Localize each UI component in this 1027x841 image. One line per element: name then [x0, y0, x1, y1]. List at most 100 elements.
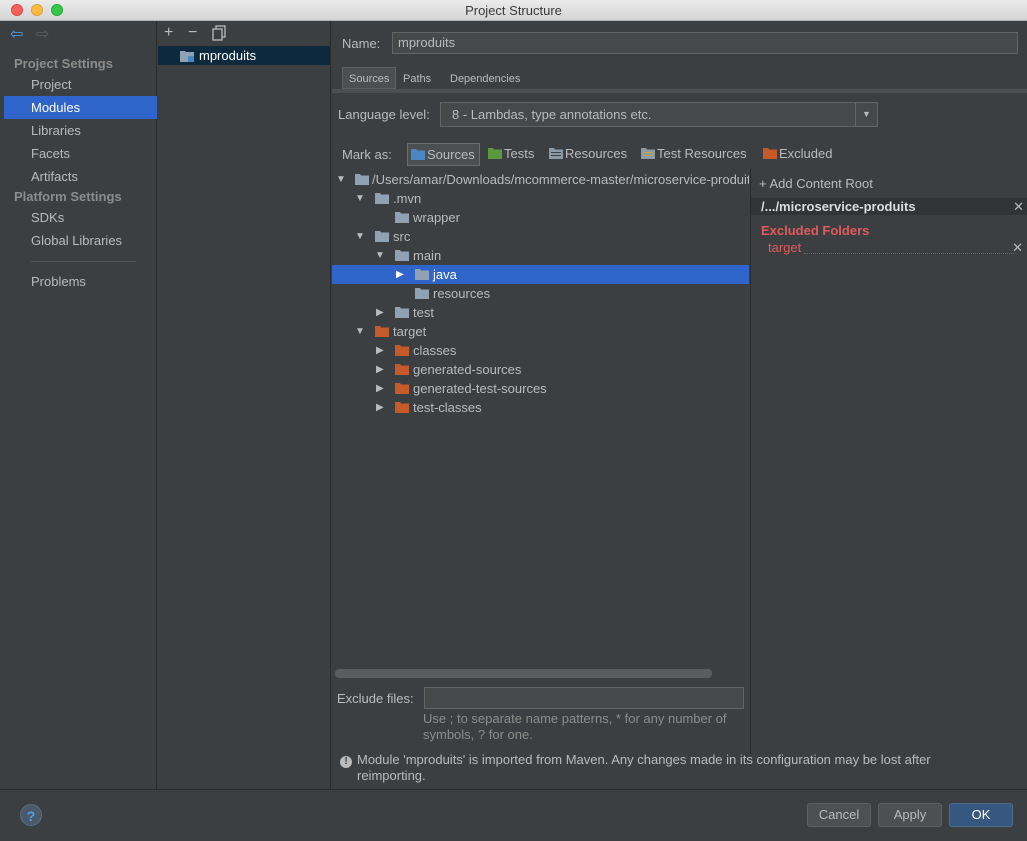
mark-resources-button[interactable]: Resources: [546, 143, 627, 166]
maximize-window-button[interactable]: [51, 4, 63, 16]
tree-horizontal-scrollbar[interactable]: [335, 669, 712, 678]
tree-row[interactable]: ▼ main: [332, 246, 749, 265]
title-bar: Project Structure: [0, 0, 1027, 21]
tab-dependencies[interactable]: Dependencies: [443, 67, 527, 89]
minimize-window-button[interactable]: [31, 4, 43, 16]
module-folder-icon: [180, 51, 194, 62]
name-label: Name:: [342, 36, 381, 51]
folder-icon: [375, 193, 389, 204]
mark-tests-label: Tests: [504, 146, 535, 161]
collapsed-arrow-icon[interactable]: ▶: [376, 379, 384, 398]
project-settings-header: Project Settings: [14, 56, 113, 71]
tree-row[interactable]: resources: [332, 284, 749, 303]
expanded-arrow-icon[interactable]: ▼: [375, 246, 385, 265]
module-list-panel: + − mproduits: [158, 21, 331, 789]
copy-module-button[interactable]: [212, 25, 226, 45]
add-content-root-button[interactable]: + Add Content Root: [759, 176, 873, 191]
mark-test-resources-button[interactable]: Test Resources: [638, 143, 747, 166]
sidebar-item-project[interactable]: Project: [4, 73, 157, 96]
remove-content-root-icon[interactable]: ✕: [1013, 198, 1024, 215]
folder-icon: [415, 288, 429, 299]
content-root-header: /.../microservice-produits ✕: [751, 198, 1027, 215]
remove-excluded-folder-icon[interactable]: ✕: [1012, 240, 1023, 256]
sidebar-item-sdks[interactable]: SDKs: [4, 206, 157, 229]
tree-row[interactable]: ▶ test-classes: [332, 398, 749, 417]
mark-excluded-button[interactable]: Excluded: [760, 143, 832, 166]
tab-sources[interactable]: Sources: [342, 67, 397, 89]
tree-row-selected[interactable]: ▶ java: [332, 265, 749, 284]
sidebar-item-global-libraries[interactable]: Global Libraries: [4, 229, 157, 252]
collapsed-arrow-icon[interactable]: ▶: [376, 398, 384, 417]
expanded-arrow-icon[interactable]: ▼: [355, 227, 365, 246]
tree-row[interactable]: ▼ .mvn: [332, 189, 749, 208]
apply-button[interactable]: Apply: [878, 803, 942, 827]
tree-label: resources: [433, 286, 491, 301]
mark-sources-button[interactable]: Sources: [407, 143, 480, 166]
tree-row[interactable]: ▶ generated-test-sources: [332, 379, 749, 398]
language-level-select[interactable]: 8 - Lambdas, type annotations etc. ▼: [440, 102, 878, 127]
sidebar-item-facets[interactable]: Facets: [4, 142, 157, 165]
info-icon: !: [340, 756, 352, 768]
collapsed-arrow-icon[interactable]: ▶: [396, 265, 404, 284]
folder-icon: [395, 250, 409, 261]
sidebar-item-libraries[interactable]: Libraries: [4, 119, 157, 142]
content-roots-panel: + Add Content Root /.../microservice-pro…: [750, 169, 1027, 754]
sidebar-divider: [31, 261, 136, 262]
module-item-mproduits[interactable]: mproduits: [158, 46, 330, 65]
tree-row[interactable]: ▼ src: [332, 227, 749, 246]
excluded-folder-icon: [395, 345, 409, 356]
tree-row[interactable]: ▼ target: [332, 322, 749, 341]
add-module-button[interactable]: +: [164, 25, 173, 41]
excluded-folder-icon: [375, 326, 389, 337]
tree-label: wrapper: [413, 210, 460, 225]
collapsed-arrow-icon[interactable]: ▶: [376, 360, 384, 379]
sidebar-item-modules[interactable]: Modules: [4, 96, 157, 119]
tree-label: src: [393, 229, 411, 244]
tree-row[interactable]: ▶ classes: [332, 341, 749, 360]
mark-test-resources-label: Test Resources: [657, 146, 747, 161]
remove-module-button[interactable]: −: [188, 25, 197, 41]
tab-underline: [332, 89, 1027, 93]
tree-row[interactable]: ▶ generated-sources: [332, 360, 749, 379]
exclude-files-label: Exclude files:: [337, 691, 414, 706]
language-level-label: Language level:: [338, 107, 430, 122]
tree-row[interactable]: wrapper: [332, 208, 749, 227]
tab-paths[interactable]: Paths: [396, 67, 438, 89]
folder-icon: [415, 269, 429, 280]
help-button[interactable]: ?: [20, 804, 42, 826]
module-details-panel: Name: mproduits Sources Paths Dependenci…: [332, 21, 1027, 789]
mark-tests-button[interactable]: Tests: [485, 143, 534, 166]
tree-row[interactable]: ▼ /Users/amar/Downloads/mcommerce-master…: [332, 170, 749, 189]
tree-row[interactable]: ▶ test: [332, 303, 749, 322]
dotted-separator: [804, 253, 1014, 254]
exclude-files-input[interactable]: [424, 687, 744, 709]
folder-icon: [355, 174, 369, 185]
collapsed-arrow-icon[interactable]: ▶: [376, 341, 384, 360]
dialog-button-bar: ? Cancel Apply OK: [0, 789, 1027, 841]
dropdown-arrow-icon[interactable]: ▼: [855, 103, 877, 126]
forward-arrow-icon[interactable]: ⇨: [36, 27, 49, 43]
expanded-arrow-icon[interactable]: ▼: [336, 170, 346, 189]
sidebar: ⇦ ⇨ Project Settings Project Modules Lib…: [0, 21, 157, 789]
close-window-button[interactable]: [11, 4, 23, 16]
ok-button[interactable]: OK: [949, 803, 1013, 827]
resources-folder-icon: [549, 148, 563, 159]
sources-folder-icon: [411, 149, 425, 160]
module-name-input[interactable]: mproduits: [392, 32, 1018, 54]
add-content-root-label: Add Content Root: [769, 176, 873, 191]
content-root-tree: ▼ /Users/amar/Downloads/mcommerce-master…: [332, 169, 749, 681]
collapsed-arrow-icon[interactable]: ▶: [376, 303, 384, 322]
back-arrow-icon[interactable]: ⇦: [10, 27, 23, 43]
sidebar-item-artifacts[interactable]: Artifacts: [4, 165, 157, 188]
tests-folder-icon: [488, 148, 502, 159]
excluded-folder-icon: [763, 148, 777, 159]
expanded-arrow-icon[interactable]: ▼: [355, 189, 365, 208]
expanded-arrow-icon[interactable]: ▼: [355, 322, 365, 341]
copy-icon: [212, 25, 226, 41]
cancel-button[interactable]: Cancel: [807, 803, 871, 827]
maven-notice: ! Module 'mproduits' is imported from Ma…: [336, 752, 996, 784]
sidebar-item-problems[interactable]: Problems: [4, 270, 157, 293]
tree-label: .mvn: [393, 191, 422, 206]
mark-sources-label: Sources: [427, 147, 475, 162]
module-item-label: mproduits: [199, 48, 257, 63]
